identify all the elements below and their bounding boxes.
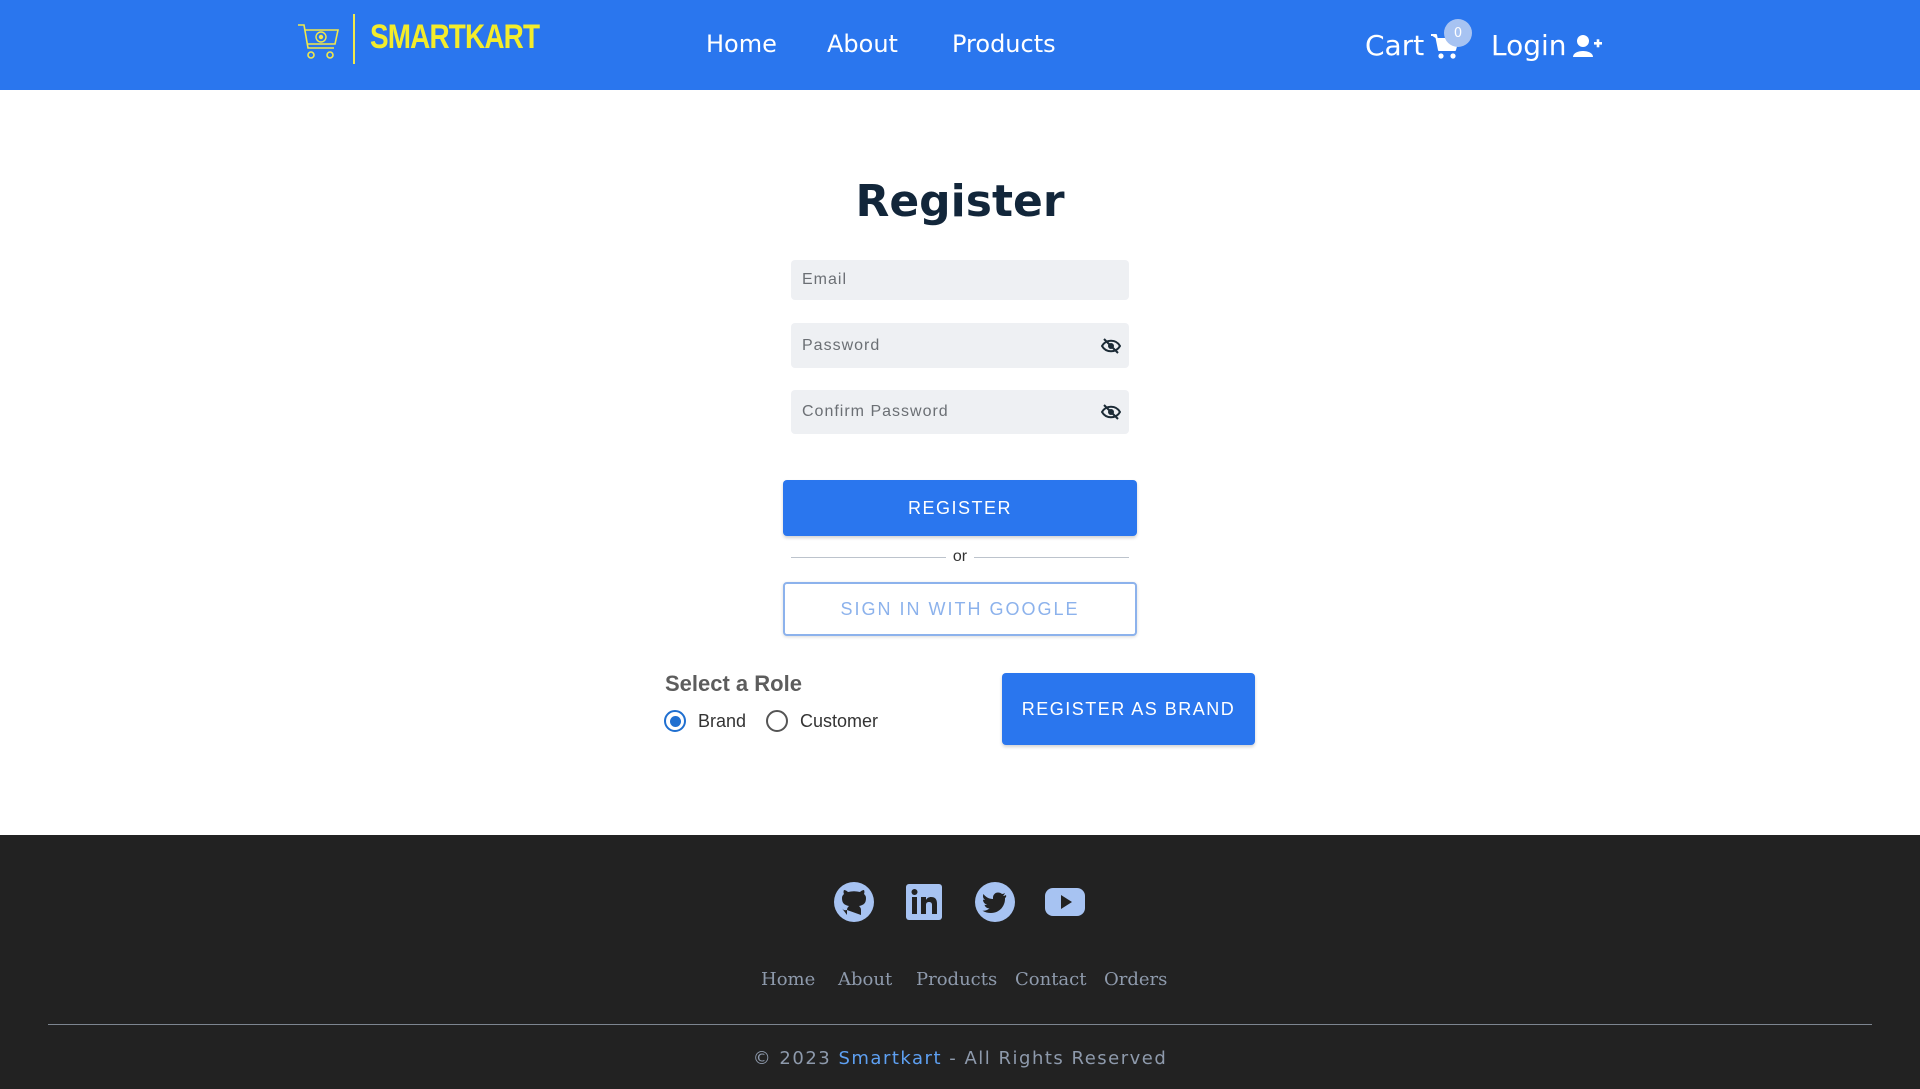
email-field-wrapper [791,260,1129,300]
role-option-brand[interactable]: Brand [664,710,746,732]
divider-left [791,557,946,558]
divider-right [974,557,1129,558]
register-button[interactable]: REGISTER [783,480,1137,536]
confirm-password-field-wrapper [791,390,1129,434]
brand-radio-label[interactable]: Brand [698,711,746,732]
copyright-prefix: © 2023 [752,1048,832,1069]
customer-radio[interactable] [766,710,788,732]
footer-home-link[interactable]: Home [761,969,815,990]
password-field-wrapper [791,323,1129,368]
user-plus-icon [1572,34,1602,57]
register-as-brand-button[interactable]: REGISTER AS BRAND [1002,673,1255,745]
footer-about-link[interactable]: About [838,969,892,990]
page-title: Register [855,176,1065,227]
linkedin-icon[interactable] [904,882,944,922]
role-option-customer[interactable]: Customer [766,710,878,732]
copyright-brand-link[interactable]: Smartkart [838,1048,942,1069]
role-heading: Select a Role [665,671,802,696]
twitter-icon[interactable] [975,882,1015,922]
cart-logo-icon[interactable] [296,20,340,62]
footer-products-link[interactable]: Products [916,969,997,990]
email-field[interactable] [791,260,1129,300]
customer-radio-label[interactable]: Customer [800,711,878,732]
google-signin-button[interactable]: SIGN IN WITH GOOGLE [783,582,1137,636]
footer-divider [48,1024,1872,1025]
nav-home-link[interactable]: Home [706,30,777,58]
eye-slash-icon[interactable] [1101,404,1121,420]
cart-count-badge: 0 [1444,19,1472,47]
copyright-suffix: - All Rights Reserved [949,1048,1168,1069]
brand-radio[interactable] [664,710,686,732]
login-button[interactable]: Login [1491,29,1603,62]
footer-orders-link[interactable]: Orders [1104,969,1167,990]
youtube-icon[interactable] [1045,882,1085,922]
cart-label: Cart [1365,29,1425,62]
copyright-text: © 2023 Smartkart - All Rights Reserved [0,1048,1920,1069]
nav-about-link[interactable]: About [827,30,898,58]
brand-logo-text[interactable]: SMARTKART [370,18,540,57]
footer-contact-link[interactable]: Contact [1015,969,1086,990]
logo-divider [353,14,355,64]
login-label: Login [1491,29,1567,62]
confirm-password-field[interactable] [791,390,1129,434]
password-field[interactable] [791,323,1129,368]
eye-slash-icon[interactable] [1101,337,1121,354]
github-icon[interactable] [834,882,874,922]
nav-products-link[interactable]: Products [952,30,1056,58]
navbar: SMARTKART Home About Products Cart 0 Log… [0,0,1920,90]
